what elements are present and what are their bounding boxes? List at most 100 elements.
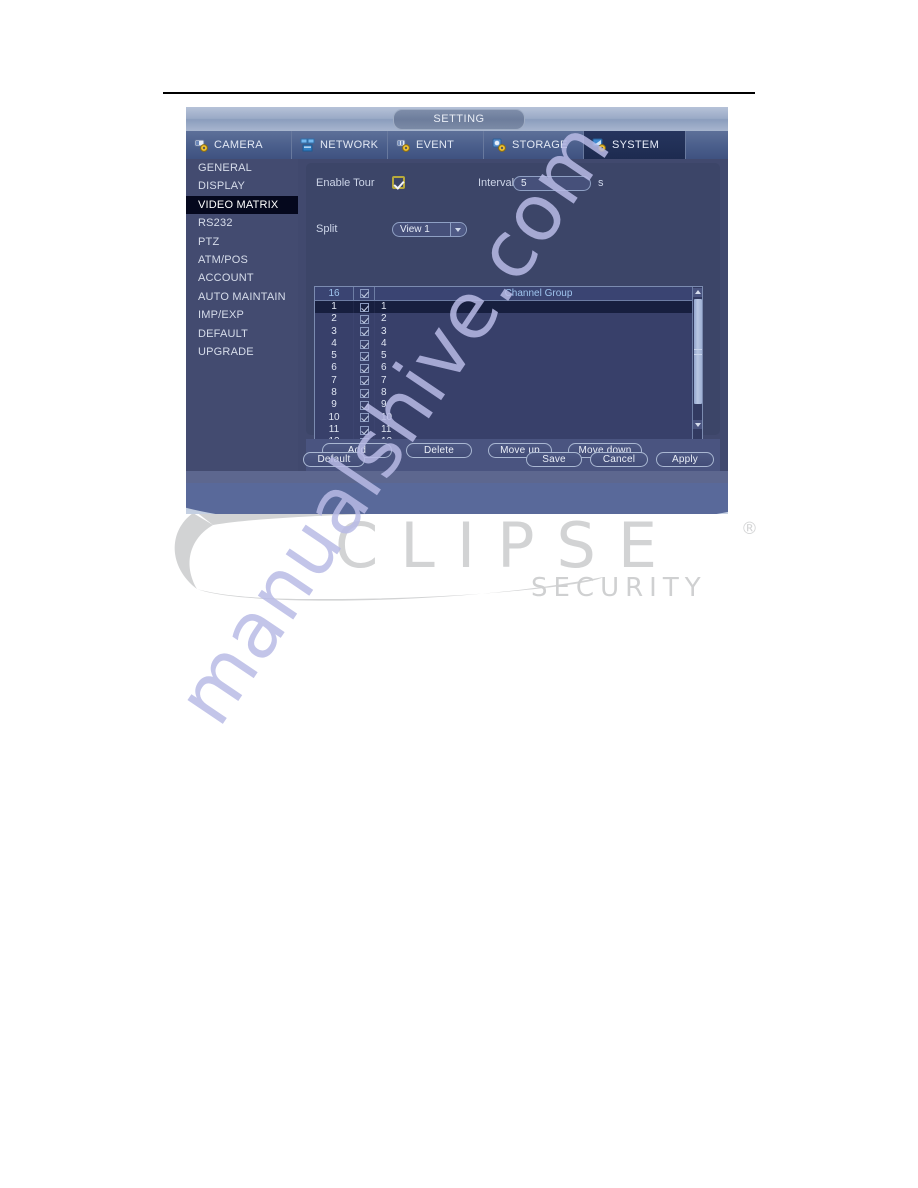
- sidebar-item-atm-pos[interactable]: ATM/POS: [186, 251, 298, 269]
- row-checkbox-cell[interactable]: [353, 350, 375, 363]
- row-checkbox-cell[interactable]: [353, 313, 375, 326]
- system-icon: [592, 138, 607, 152]
- table-row[interactable]: 7 7: [315, 374, 702, 388]
- row-checkbox-cell[interactable]: [353, 374, 375, 388]
- row-checkbox-icon[interactable]: [359, 327, 369, 337]
- row-index: 2: [331, 313, 337, 325]
- sidebar-item-default[interactable]: DEFAULT: [186, 325, 298, 343]
- sidebar-item-auto-maintain[interactable]: AUTO MAINTAIN: [186, 288, 298, 306]
- sidebar-item-general[interactable]: GENERAL: [186, 159, 298, 177]
- row-checkbox-cell[interactable]: [353, 325, 375, 338]
- window-title: SETTING: [393, 109, 525, 130]
- row-group: 9: [381, 399, 387, 411]
- row-group: 8: [381, 387, 387, 399]
- tab-event[interactable]: EVENT: [388, 131, 484, 159]
- save-button[interactable]: Save: [526, 452, 582, 467]
- sidebar-item-video-matrix[interactable]: VIDEO MATRIX: [186, 195, 298, 215]
- row-group: 1: [381, 301, 387, 312]
- row-checkbox-icon[interactable]: [359, 302, 369, 312]
- default-button[interactable]: Default: [303, 452, 365, 467]
- table-row[interactable]: 4 4: [315, 337, 702, 351]
- row-checkbox-icon[interactable]: [359, 388, 369, 398]
- row-checkbox-cell[interactable]: [353, 362, 375, 375]
- split-select-value: View 1: [400, 224, 430, 235]
- scroll-down-arrow-icon[interactable]: [693, 420, 702, 429]
- table-vertical-scrollbar[interactable]: [692, 287, 702, 440]
- window-bottom-decoration: [186, 483, 728, 514]
- table-row[interactable]: 10 10: [315, 411, 702, 424]
- select-all-checkbox-icon[interactable]: [359, 289, 369, 298]
- tab-storage-label: STORAGE: [512, 139, 568, 151]
- sidebar-item-account[interactable]: ACCOUNT: [186, 269, 298, 287]
- header-channel-group: Channel Group: [504, 288, 573, 299]
- row-checkbox-cell[interactable]: [353, 411, 375, 424]
- table-row[interactable]: 8 8: [315, 387, 702, 400]
- interval-unit-label: s: [598, 177, 604, 189]
- page-header-rule: [163, 92, 755, 94]
- table-row[interactable]: 5 5: [315, 350, 702, 363]
- table-row[interactable]: 2 2: [315, 313, 702, 326]
- row-checkbox-icon[interactable]: [359, 425, 369, 435]
- window-titlebar: SETTING: [186, 107, 728, 131]
- row-group: 10: [381, 411, 393, 423]
- tab-storage[interactable]: STORAGE: [484, 131, 584, 159]
- table-row[interactable]: 3 3: [315, 325, 702, 338]
- tab-camera-label: CAMERA: [214, 139, 263, 151]
- sidebar-item-rs232[interactable]: RS232: [186, 214, 298, 232]
- row-index: 8: [331, 387, 337, 399]
- row-checkbox-icon[interactable]: [359, 314, 369, 324]
- row-checkbox-icon[interactable]: [359, 364, 369, 374]
- sidebar-item-ptz[interactable]: PTZ: [186, 233, 298, 251]
- sidebar-item-display[interactable]: DISPLAY: [186, 177, 298, 195]
- scroll-up-arrow-icon[interactable]: [693, 288, 702, 297]
- tab-system-label: SYSTEM: [612, 139, 660, 151]
- apply-button[interactable]: Apply: [656, 452, 714, 467]
- chevron-down-icon[interactable]: [450, 223, 465, 236]
- channel-group-table: 16 Channel Group 1 1 2 2 3 3 4 4 5 5 6 6…: [314, 286, 703, 449]
- sidebar-item-upgrade[interactable]: UPGRADE: [186, 343, 298, 361]
- window-footer: [186, 471, 728, 483]
- camera-icon: [194, 138, 209, 152]
- split-label: Split: [316, 223, 338, 235]
- row-checkbox-cell[interactable]: [353, 387, 375, 400]
- row-checkbox-cell[interactable]: [353, 301, 375, 314]
- table-row[interactable]: 1 1: [315, 301, 702, 314]
- interval-input[interactable]: 5: [513, 176, 591, 191]
- row-checkbox-cell[interactable]: [353, 399, 375, 412]
- logo-subtitle: SECURITY: [531, 573, 707, 603]
- row-index: 7: [331, 374, 337, 386]
- delete-button[interactable]: Delete: [406, 443, 472, 458]
- row-checkbox-icon[interactable]: [359, 339, 369, 349]
- row-index: 6: [331, 362, 337, 374]
- row-group: 4: [381, 337, 387, 349]
- row-checkbox-cell[interactable]: [353, 337, 375, 351]
- row-group: 3: [381, 325, 387, 337]
- split-select[interactable]: View 1: [392, 222, 467, 237]
- table-header-row: 16 Channel Group: [315, 287, 702, 301]
- row-checkbox-cell[interactable]: [353, 423, 375, 437]
- row-checkbox-icon[interactable]: [359, 401, 369, 411]
- tab-system[interactable]: SYSTEM: [584, 131, 686, 159]
- nvr-setting-window: SETTING CAMERA NETWORK EVENT STORAGE SYS…: [186, 107, 728, 514]
- row-checkbox-icon[interactable]: [359, 376, 369, 386]
- table-row[interactable]: 11 11: [315, 423, 702, 437]
- row-group: 5: [381, 350, 387, 362]
- tab-camera[interactable]: CAMERA: [186, 131, 292, 159]
- header-count: 16: [328, 288, 340, 299]
- header-select-all-cell[interactable]: [353, 287, 375, 300]
- row-index: 1: [331, 301, 337, 312]
- row-checkbox-icon[interactable]: [359, 351, 369, 361]
- tab-event-label: EVENT: [416, 139, 455, 151]
- logo-registered-mark: ®: [741, 519, 758, 539]
- tab-network-label: NETWORK: [320, 139, 379, 151]
- cancel-button[interactable]: Cancel: [590, 452, 648, 467]
- tab-network[interactable]: NETWORK: [292, 131, 388, 159]
- sidebar-item-imp-exp[interactable]: IMP/EXP: [186, 306, 298, 324]
- logo-wordmark: CLIPSE: [335, 509, 680, 582]
- table-row[interactable]: 6 6: [315, 362, 702, 375]
- event-icon: [396, 138, 411, 152]
- vertical-scroll-thumb[interactable]: [694, 299, 702, 404]
- row-checkbox-icon[interactable]: [359, 413, 369, 423]
- enable-tour-checkbox[interactable]: [392, 176, 405, 189]
- table-row[interactable]: 9 9: [315, 399, 702, 412]
